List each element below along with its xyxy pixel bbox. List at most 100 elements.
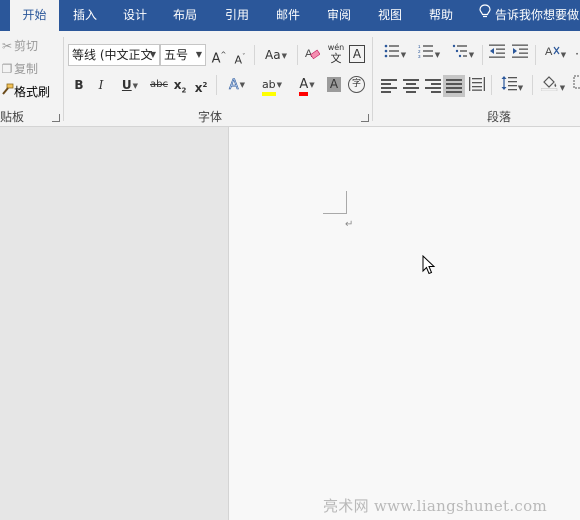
mouse-pointer-icon xyxy=(422,254,436,275)
character-border-icon: A xyxy=(352,47,362,61)
clear-formatting-button[interactable]: A xyxy=(303,45,321,65)
font-dialog-launcher[interactable] xyxy=(361,114,369,122)
font-family-select[interactable]: 等线 (中文正文 ▼ xyxy=(68,44,160,66)
more-overflow: · xyxy=(575,47,579,61)
group-separator xyxy=(63,37,64,121)
phonetic-guide-button[interactable]: wén 文 xyxy=(326,43,346,65)
tab-layout[interactable]: 布局 xyxy=(162,0,208,31)
character-shading-button[interactable]: A xyxy=(327,77,341,92)
bullets-button[interactable]: ▼ xyxy=(380,44,410,64)
svg-text:3: 3 xyxy=(418,54,421,58)
phonetic-guide-bottom: 文 xyxy=(330,52,342,65)
increase-indent-button[interactable] xyxy=(511,44,529,64)
divider xyxy=(254,45,255,65)
tab-view[interactable]: 视图 xyxy=(367,0,413,31)
shrink-font-icon: A xyxy=(234,53,243,67)
italic-button[interactable]: I xyxy=(94,75,108,95)
group-separator xyxy=(372,37,373,121)
divider xyxy=(491,75,492,95)
asian-layout-button[interactable]: A ▼ xyxy=(540,44,570,64)
bold-button[interactable]: B xyxy=(72,75,86,95)
grow-font-button[interactable]: A^ xyxy=(211,45,227,67)
align-right-button[interactable] xyxy=(425,79,441,93)
numbering-button[interactable]: 1 2 3 ▼ xyxy=(414,44,444,64)
copy-icon: ❐ xyxy=(1,62,13,76)
line-spacing-button[interactable]: ▼ xyxy=(497,75,527,95)
cut-button[interactable]: ✂ 剪切 xyxy=(0,37,38,54)
multilevel-list-button[interactable]: ▼ xyxy=(448,44,478,64)
distributed-button[interactable] xyxy=(468,76,486,96)
strikethrough-button[interactable]: abc xyxy=(149,75,169,95)
chevron-down-icon: ▼ xyxy=(149,50,156,59)
grow-font-icon: A xyxy=(211,51,221,67)
underline-icon: U xyxy=(121,78,132,92)
align-left-button[interactable] xyxy=(381,79,397,93)
tab-insert[interactable]: 插入 xyxy=(62,0,108,31)
divider xyxy=(297,45,298,65)
divider xyxy=(482,45,483,65)
divider xyxy=(216,75,217,95)
borders-icon xyxy=(573,75,580,92)
divider xyxy=(532,75,533,95)
format-painter-button[interactable]: 格式刷 xyxy=(0,83,50,100)
ribbon-tab-bar: 开始 插入 设计 布局 引用 邮件 审阅 视图 帮助 告诉我你想要做 xyxy=(0,0,580,31)
underline-button[interactable]: U▼ xyxy=(116,75,144,95)
clipboard-dialog-launcher[interactable] xyxy=(52,114,60,122)
change-case-button[interactable]: Aa▼ xyxy=(261,45,291,65)
borders-button-partial[interactable] xyxy=(573,75,580,95)
increase-indent-icon xyxy=(512,44,528,61)
text-effects-button[interactable]: A▼ xyxy=(223,75,251,95)
multilevel-list-icon xyxy=(452,44,468,61)
subscript-button[interactable]: x2 xyxy=(172,75,188,95)
paint-bucket-icon xyxy=(540,76,559,94)
tell-me-search[interactable]: 告诉我你想要做 xyxy=(479,0,579,31)
superscript-button[interactable]: x2 xyxy=(193,75,209,95)
clipboard-group-label: 贴板 xyxy=(0,110,25,124)
font-color-icon: A xyxy=(299,77,309,96)
tab-mailings[interactable]: 邮件 xyxy=(265,0,311,31)
decrease-indent-button[interactable] xyxy=(488,44,506,64)
document-page[interactable] xyxy=(228,127,580,520)
text-effects-icon: A xyxy=(229,77,239,94)
paragraph-group-label: 段落 xyxy=(487,110,512,124)
tab-review[interactable]: 审阅 xyxy=(316,0,362,31)
copy-button[interactable]: ❐ 复制 xyxy=(0,60,38,77)
ribbon-home: ✂ 剪切 ❐ 复制 格式刷 贴板 等线 (中文正文 ▼ 五号 ▼ A^ Aˇ Aa▼ A… xyxy=(0,31,580,127)
page-margin-corner-vertical xyxy=(346,191,347,214)
align-center-button[interactable] xyxy=(403,79,419,93)
bullets-icon xyxy=(384,44,400,61)
scissors-icon: ✂ xyxy=(1,39,13,53)
enclose-characters-button[interactable]: 字 xyxy=(348,76,365,93)
cut-label: 剪切 xyxy=(14,39,39,53)
line-spacing-icon xyxy=(501,76,517,94)
strikethrough-icon: abc xyxy=(150,79,168,90)
font-size-value: 五号 xyxy=(164,48,189,62)
lightbulb-icon xyxy=(479,0,491,31)
page-margin-corner-horizontal xyxy=(323,213,346,214)
tab-design[interactable]: 设计 xyxy=(112,0,158,31)
character-shading-icon: A xyxy=(329,77,339,91)
tab-home[interactable]: 开始 xyxy=(10,0,59,31)
tab-references[interactable]: 引用 xyxy=(214,0,260,31)
highlight-color-button[interactable]: ab▼ xyxy=(256,74,288,96)
bold-icon: B xyxy=(74,78,84,92)
asian-layout-icon: A xyxy=(544,46,560,61)
character-border-button[interactable]: A xyxy=(349,45,365,63)
paintbrush-icon xyxy=(0,83,14,99)
font-color-button[interactable]: A▼ xyxy=(292,74,322,96)
word-window: 开始 插入 设计 布局 引用 邮件 审阅 视图 帮助 告诉我你想要做 ✂ 剪切 ❐… xyxy=(0,0,580,520)
shrink-font-button[interactable]: Aˇ xyxy=(233,47,247,67)
svg-text:A: A xyxy=(545,46,553,58)
tab-help[interactable]: 帮助 xyxy=(418,0,464,31)
italic-icon: I xyxy=(98,78,104,92)
font-size-select[interactable]: 五号 ▼ xyxy=(160,44,206,66)
copy-label: 复制 xyxy=(14,62,39,76)
eraser-icon: A xyxy=(304,48,321,64)
enclose-characters-icon: 字 xyxy=(351,79,361,89)
distributed-icon xyxy=(469,77,485,95)
shading-button[interactable]: ▼ xyxy=(538,75,568,95)
justify-button[interactable] xyxy=(443,75,465,97)
highlighter-icon: ab xyxy=(261,78,276,96)
subscript-digit: 2 xyxy=(181,86,187,95)
paragraph-mark: ↵ xyxy=(345,219,354,230)
